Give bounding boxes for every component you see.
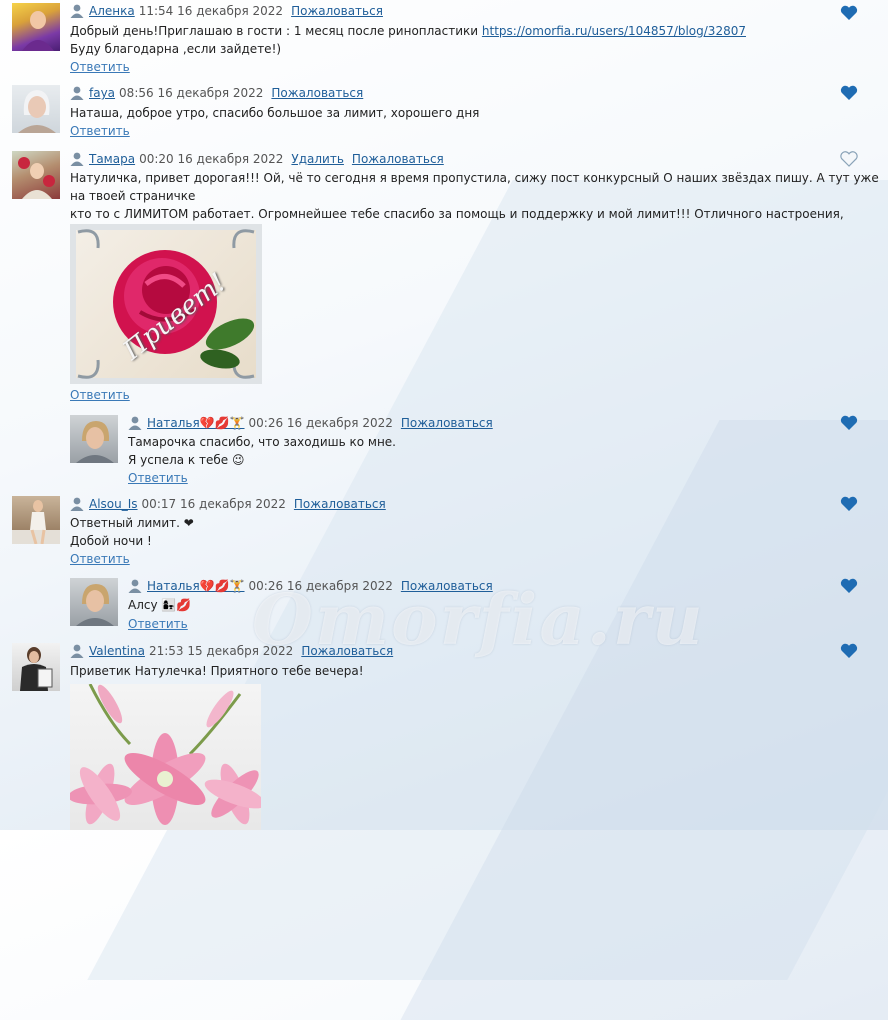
comment-author-link[interactable]: Alsou_Is: [89, 497, 138, 511]
comment-text: Алсу 👩‍👧💋: [128, 598, 192, 612]
report-link[interactable]: Пожаловаться: [301, 644, 393, 658]
like-heart-icon[interactable]: [840, 496, 858, 512]
avatar[interactable]: [12, 643, 60, 691]
report-link[interactable]: Пожаловаться: [291, 4, 383, 18]
avatar[interactable]: [70, 578, 118, 626]
user-icon: [128, 579, 142, 593]
reply-comment-item: Наталья💔💋🏋 00:26 16 декабря 2022 Пожалов…: [70, 415, 888, 485]
reply-link[interactable]: Ответить: [70, 124, 130, 138]
like-heart-icon[interactable]: [840, 415, 858, 431]
reply-comment-item: Наталья💔💋🏋 00:26 16 декабря 2022 Пожалов…: [70, 578, 888, 634]
comment-item: faya 08:56 16 декабря 2022 Пожаловаться …: [12, 85, 888, 141]
comment-author-link[interactable]: Наталья💔💋🏋: [147, 416, 245, 430]
reply-link[interactable]: Ответить: [70, 388, 130, 402]
like-heart-icon[interactable]: [840, 5, 858, 21]
avatar[interactable]: [12, 496, 60, 544]
reply-link[interactable]: Ответить: [70, 60, 130, 74]
user-icon: [70, 152, 84, 166]
comment-author-link[interactable]: Тамара: [89, 152, 135, 166]
comment-text: Наташа, доброе утро, спасибо большое за …: [70, 106, 480, 120]
report-link[interactable]: Пожаловаться: [352, 152, 444, 166]
user-icon: [70, 4, 84, 18]
comment-time: 00:26 16 декабря 2022: [248, 416, 393, 430]
lily-flowers-image[interactable]: [70, 684, 261, 830]
comment-item: Alsou_Is 00:17 16 декабря 2022 Пожаловат…: [12, 496, 888, 568]
comment-text: Добрый день!Приглашаю в гости : 1 месяц …: [70, 24, 746, 56]
comment-time: 00:17 16 декабря 2022: [141, 497, 286, 511]
rose-greeting-image[interactable]: Привет!: [70, 224, 262, 384]
comment-time: 08:56 16 декабря 2022: [119, 86, 264, 100]
comment-time: 00:20 16 декабря 2022: [139, 152, 284, 166]
like-heart-icon[interactable]: [840, 643, 858, 659]
comment-author-link[interactable]: Наталья💔💋🏋: [147, 579, 245, 593]
like-heart-outline-icon[interactable]: [840, 151, 858, 167]
report-link[interactable]: Пожаловаться: [271, 86, 363, 100]
comment-author-link[interactable]: Аленка: [89, 4, 135, 18]
comment-time: 00:26 16 декабря 2022: [248, 579, 393, 593]
comment-item: Тамара 00:20 16 декабря 2022 Удалить Пож…: [12, 151, 888, 402]
comment-text: Ответный лимит. ❤ Добой ночи !: [70, 516, 194, 548]
reply-link[interactable]: Ответить: [128, 617, 188, 631]
delete-link[interactable]: Удалить: [291, 152, 344, 166]
comment-item: Valentina 21:53 15 декабря 2022 Пожалова…: [12, 643, 888, 830]
report-link[interactable]: Пожаловаться: [294, 497, 386, 511]
avatar[interactable]: [12, 85, 60, 133]
like-heart-icon[interactable]: [840, 85, 858, 101]
reply-link[interactable]: Ответить: [128, 471, 188, 485]
comment-author-link[interactable]: Valentina: [89, 644, 145, 658]
avatar[interactable]: [12, 3, 60, 51]
report-link[interactable]: Пожаловаться: [401, 416, 493, 430]
comment-author-link[interactable]: faya: [89, 86, 115, 100]
avatar[interactable]: [70, 415, 118, 463]
comment-time: 21:53 15 декабря 2022: [148, 644, 294, 658]
comment-item: Аленка 11:54 16 декабря 2022 Пожаловатьс…: [12, 3, 888, 75]
user-icon: [128, 416, 142, 430]
reply-link[interactable]: Ответить: [70, 552, 130, 566]
comment-time: 11:54 16 декабря 2022: [138, 4, 284, 18]
report-link[interactable]: Пожаловаться: [401, 579, 493, 593]
user-icon: [70, 497, 84, 511]
user-icon: [70, 86, 84, 100]
avatar[interactable]: [12, 151, 60, 199]
user-icon: [70, 644, 84, 658]
blog-link[interactable]: https://omorfia.ru/users/104857/blog/328…: [482, 24, 746, 38]
like-heart-icon[interactable]: [840, 578, 858, 594]
comment-text: Приветик Натулечка! Приятного тебе вечер…: [70, 664, 364, 678]
comment-text: Тамарочка спасибо, что заходишь ко мне. …: [128, 435, 396, 467]
